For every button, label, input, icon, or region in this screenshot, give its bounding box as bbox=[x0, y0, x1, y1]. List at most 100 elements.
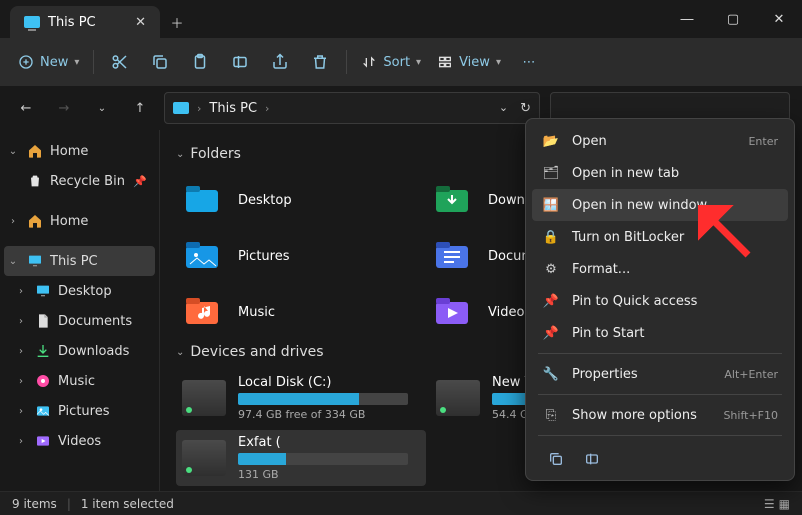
chevron-right-icon[interactable]: › bbox=[14, 346, 28, 357]
ctx-copy-button[interactable] bbox=[542, 446, 570, 472]
paste-button[interactable] bbox=[182, 46, 218, 78]
chevron-right-icon[interactable]: › bbox=[6, 216, 20, 227]
new-tab-button[interactable]: ＋ bbox=[160, 6, 194, 38]
status-bar: 9 items | 1 item selected ☰ ▦ bbox=[0, 491, 802, 515]
trash-icon bbox=[311, 53, 329, 71]
ctx-label: Open in new tab bbox=[572, 166, 679, 181]
sidebar-label: Music bbox=[58, 374, 95, 389]
folder-desktop[interactable]: Desktop bbox=[176, 172, 426, 228]
chevron-right-icon[interactable]: › bbox=[14, 316, 28, 327]
folder-icon bbox=[180, 178, 224, 222]
close-tab-icon[interactable]: ✕ bbox=[135, 15, 146, 30]
ctx-open-in-new-window[interactable]: 🪟 Open in new window bbox=[532, 189, 788, 221]
minimize-button[interactable]: ― bbox=[664, 0, 710, 38]
ctx-shortcut: Shift+F10 bbox=[723, 409, 778, 422]
ctx-label: Show more options bbox=[572, 408, 697, 423]
more-button[interactable]: ⋯ bbox=[511, 46, 547, 78]
drive-item[interactable]: Local Disk (C:) 97.4 GB free of 334 GB bbox=[176, 370, 426, 426]
tab-thispc[interactable]: This PC ✕ bbox=[10, 6, 160, 38]
drive-usage-bar bbox=[238, 393, 408, 405]
sidebar-item-videos[interactable]: › Videos bbox=[0, 426, 159, 456]
share-button[interactable] bbox=[262, 46, 298, 78]
ctx-open[interactable]: 📂 Open Enter bbox=[532, 125, 788, 157]
sidebar-home2[interactable]: › Home bbox=[0, 206, 159, 236]
ctx-shortcut: Alt+Enter bbox=[724, 368, 778, 381]
sidebar-thispc[interactable]: ⌄ This PC bbox=[4, 246, 155, 276]
ctx-shortcut: Enter bbox=[748, 135, 778, 148]
chevron-right-icon: › bbox=[265, 102, 269, 115]
ctx-label: Properties bbox=[572, 367, 638, 382]
chevron-right-icon[interactable]: › bbox=[14, 376, 28, 387]
ctx-show-more-options[interactable]: ⎘ Show more options Shift+F10 bbox=[532, 399, 788, 431]
ctx-label: Pin to Quick access bbox=[572, 294, 697, 309]
new-button[interactable]: New ▾ bbox=[12, 46, 85, 78]
sidebar-item-documents[interactable]: › Documents bbox=[0, 306, 159, 336]
chevron-right-icon[interactable]: › bbox=[14, 406, 28, 417]
ctx-pin-to-start[interactable]: 📌 Pin to Start bbox=[532, 317, 788, 349]
rename-icon bbox=[584, 451, 600, 467]
chevron-down-icon[interactable]: ⌄ bbox=[6, 256, 20, 267]
sidebar-label: Documents bbox=[58, 314, 132, 329]
view-button[interactable]: View ▾ bbox=[431, 46, 507, 78]
folder-music[interactable]: Music bbox=[176, 284, 426, 340]
scissors-icon bbox=[111, 53, 129, 71]
recycle-bin-icon bbox=[26, 172, 44, 190]
drive-icon bbox=[436, 380, 480, 416]
folder-icon bbox=[180, 290, 224, 334]
folder-pictures[interactable]: Pictures bbox=[176, 228, 426, 284]
chevron-down-icon: ▾ bbox=[74, 57, 79, 68]
recent-button[interactable]: ⌄ bbox=[88, 94, 116, 122]
history-dropdown-icon[interactable]: ⌄ bbox=[499, 101, 508, 116]
maximize-button[interactable]: ▢ bbox=[710, 0, 756, 38]
sidebar-home[interactable]: ⌄ Home bbox=[0, 136, 159, 166]
chevron-down-icon[interactable]: ⌄ bbox=[6, 146, 20, 157]
forward-button[interactable]: → bbox=[50, 94, 78, 122]
drive-name: Local Disk (C:) bbox=[238, 375, 408, 390]
group-label: Devices and drives bbox=[190, 344, 323, 360]
pin-icon: 📌 bbox=[133, 175, 147, 188]
sidebar-item-downloads[interactable]: › Downloads bbox=[0, 336, 159, 366]
sort-label: Sort bbox=[383, 55, 410, 70]
sort-button[interactable]: Sort ▾ bbox=[355, 46, 427, 78]
drive-usage-bar bbox=[238, 453, 408, 465]
sidebar: ⌄ Home Recycle Bin 📌 › Home ⌄ This PC › … bbox=[0, 130, 160, 491]
back-button[interactable]: ← bbox=[12, 94, 40, 122]
status-selected: 1 item selected bbox=[81, 497, 174, 511]
sidebar-recycle[interactable]: Recycle Bin 📌 bbox=[0, 166, 159, 196]
refresh-button[interactable]: ↻ bbox=[520, 101, 531, 116]
ctx-turn-on-bitlocker[interactable]: 🔒 Turn on BitLocker bbox=[532, 221, 788, 253]
rename-button[interactable] bbox=[222, 46, 258, 78]
window-icon: 🪟 bbox=[542, 198, 560, 213]
chevron-right-icon[interactable]: › bbox=[14, 286, 28, 297]
cut-button[interactable] bbox=[102, 46, 138, 78]
tiles-view-icon[interactable]: ▦ bbox=[779, 497, 790, 511]
delete-button[interactable] bbox=[302, 46, 338, 78]
address-bar[interactable]: › This PC › ⌄ ↻ bbox=[164, 92, 540, 124]
up-button[interactable]: ↑ bbox=[126, 94, 154, 122]
ctx-rename-button[interactable] bbox=[578, 446, 606, 472]
ctx-open-in-new-tab[interactable]: 🗂 Open in new tab bbox=[532, 157, 788, 189]
drive-item[interactable]: Exfat ( 131 GB bbox=[176, 430, 426, 486]
view-switcher: ☰ ▦ bbox=[764, 497, 790, 511]
monitor-icon bbox=[26, 252, 44, 270]
music-icon bbox=[34, 372, 52, 390]
chevron-down-icon: ⌄ bbox=[176, 347, 184, 358]
close-button[interactable]: ✕ bbox=[756, 0, 802, 38]
chevron-right-icon[interactable]: › bbox=[14, 436, 28, 447]
monitor-icon bbox=[173, 102, 189, 114]
copy-button[interactable] bbox=[142, 46, 178, 78]
documents-icon bbox=[34, 312, 52, 330]
details-view-icon[interactable]: ☰ bbox=[764, 497, 775, 511]
ctx-format-[interactable]: ⚙ Format... bbox=[532, 253, 788, 285]
tab-title: This PC bbox=[48, 15, 96, 30]
wrench-icon: 🔧 bbox=[542, 367, 560, 382]
ctx-properties[interactable]: 🔧 Properties Alt+Enter bbox=[532, 358, 788, 390]
breadcrumb[interactable]: This PC bbox=[209, 101, 257, 116]
folder-label: Desktop bbox=[238, 193, 292, 208]
ctx-pin-to-quick-access[interactable]: 📌 Pin to Quick access bbox=[532, 285, 788, 317]
sidebar-item-desktop[interactable]: › Desktop bbox=[0, 276, 159, 306]
sidebar-item-music[interactable]: › Music bbox=[0, 366, 159, 396]
sidebar-item-pictures[interactable]: › Pictures bbox=[0, 396, 159, 426]
home-icon bbox=[26, 212, 44, 230]
sidebar-label: Videos bbox=[58, 434, 101, 449]
